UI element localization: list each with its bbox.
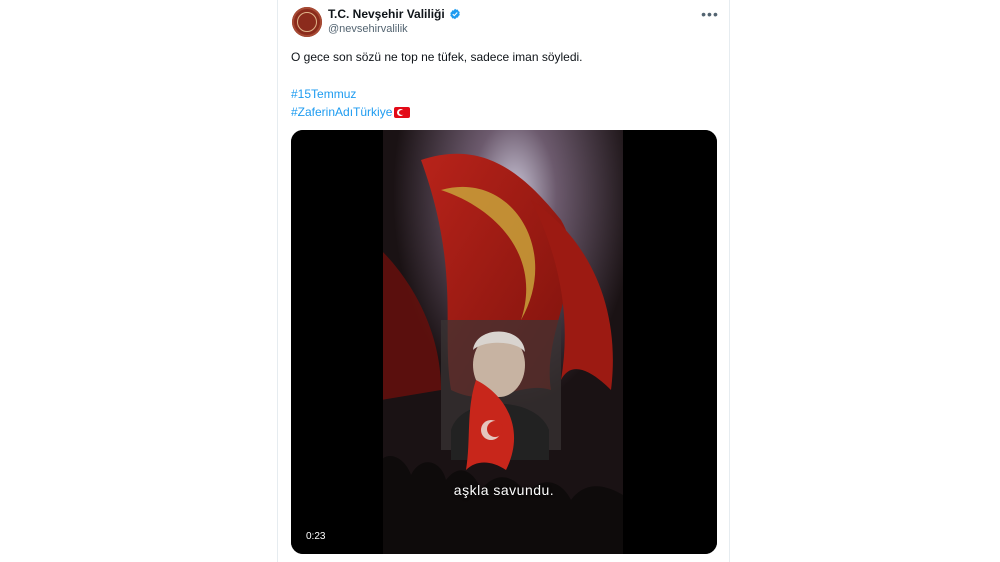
hashtag-15temmuz[interactable]: #15Temmuz [291, 87, 356, 101]
display-name[interactable]: T.C. Nevşehir Valiliği [328, 7, 445, 21]
turkish-flag-emoji [394, 106, 411, 118]
tweet-text: O gece son sözü ne top ne tüfek, sadece … [291, 50, 583, 64]
hashtag-zaferinaditurkiye[interactable]: #ZaferinAdıTürkiye [291, 105, 411, 119]
seal-logo-icon [297, 12, 317, 32]
verified-badge-icon [450, 8, 460, 20]
tweet-card: T.C. Nevşehir Valiliği @nevsehirvalilik … [277, 0, 730, 562]
video-subtitle: aşkla savundu. [453, 482, 555, 498]
more-icon[interactable]: ••• [701, 6, 719, 22]
avatar[interactable] [292, 7, 322, 37]
account-handle[interactable]: @nevsehirvalilik [328, 23, 408, 35]
author-name-row: T.C. Nevşehir Valiliği [328, 7, 461, 21]
video-player[interactable]: aşkla savundu. 0:23 [291, 130, 717, 554]
hashtag-label: #ZaferinAdıTürkiye [291, 105, 393, 119]
hashtag-label: #15Temmuz [291, 87, 357, 101]
video-duration: 0:23 [302, 530, 330, 543]
